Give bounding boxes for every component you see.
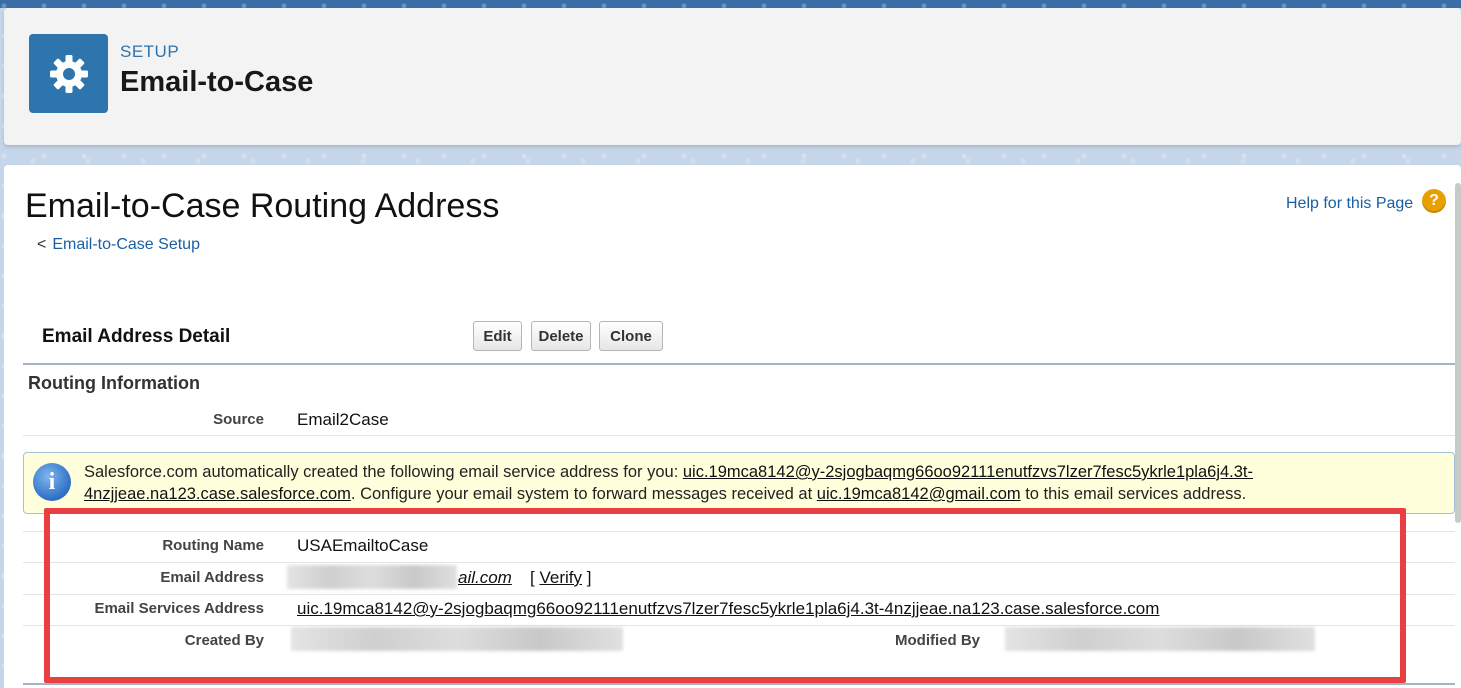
detail-divider (23, 363, 1455, 365)
email-services-address-label: Email Services Address (94, 600, 264, 617)
routing-name-value: USAEmailtoCase (297, 536, 429, 555)
redacted-email (287, 565, 457, 589)
breadcrumb-back-icon: < (37, 236, 47, 253)
edit-button[interactable]: Edit (473, 321, 522, 351)
redacted-modified-by (1005, 627, 1315, 651)
row-divider (23, 531, 1455, 532)
breadcrumb: < Email-to-Case Setup (37, 236, 200, 254)
verify-link[interactable]: Verify (539, 568, 582, 587)
routing-name-label: Routing Name (162, 537, 264, 554)
email-services-address-link[interactable]: uic.19mca8142@y-2sjogbaqmg66oo92111enutf… (297, 599, 1159, 618)
created-by-label: Created By (184, 632, 264, 649)
redacted-created-by (291, 627, 623, 651)
email-address-label: Email Address (160, 569, 264, 586)
email-address-value: ail.com (458, 568, 512, 587)
info-message-text: Salesforce.com automatically created the… (84, 463, 1254, 503)
header-title: Email-to-Case (120, 66, 314, 98)
source-value: Email2Case (297, 410, 389, 429)
verify-group: [ Verify ] (530, 568, 592, 587)
modified-by-label: Modified By (895, 632, 980, 649)
setup-header: SETUP Email-to-Case (4, 8, 1461, 145)
forward-address-link[interactable]: uic.19mca8142@gmail.com (817, 485, 1021, 503)
delete-button[interactable]: Delete (531, 321, 591, 351)
clone-button[interactable]: Clone (599, 321, 663, 351)
routing-information-heading: Routing Information (28, 373, 200, 393)
header-overline: SETUP (120, 42, 180, 61)
info-message: i Salesforce.com automatically created t… (23, 452, 1455, 514)
page-title: Email-to-Case Routing Address (25, 187, 500, 225)
row-divider (23, 562, 1455, 563)
row-divider (23, 435, 1455, 436)
detail-title: Email Address Detail (42, 326, 231, 347)
help-icon[interactable]: ? (1422, 189, 1446, 213)
info-icon: i (33, 463, 71, 501)
help-for-this-page-link[interactable]: Help for this Page (1286, 195, 1413, 213)
detail-bottom-divider (23, 683, 1455, 685)
row-divider (23, 594, 1455, 595)
main-content: Email-to-Case Routing Address < Email-to-… (4, 165, 1461, 688)
email-services-address-value: uic.19mca8142@y-2sjogbaqmg66oo92111enutf… (297, 599, 1159, 619)
source-label: Source (213, 411, 264, 428)
scrollbar[interactable] (1455, 183, 1461, 523)
row-divider (23, 625, 1455, 626)
gear-icon (29, 34, 108, 113)
breadcrumb-link-email-to-case-setup[interactable]: Email-to-Case Setup (52, 236, 200, 253)
